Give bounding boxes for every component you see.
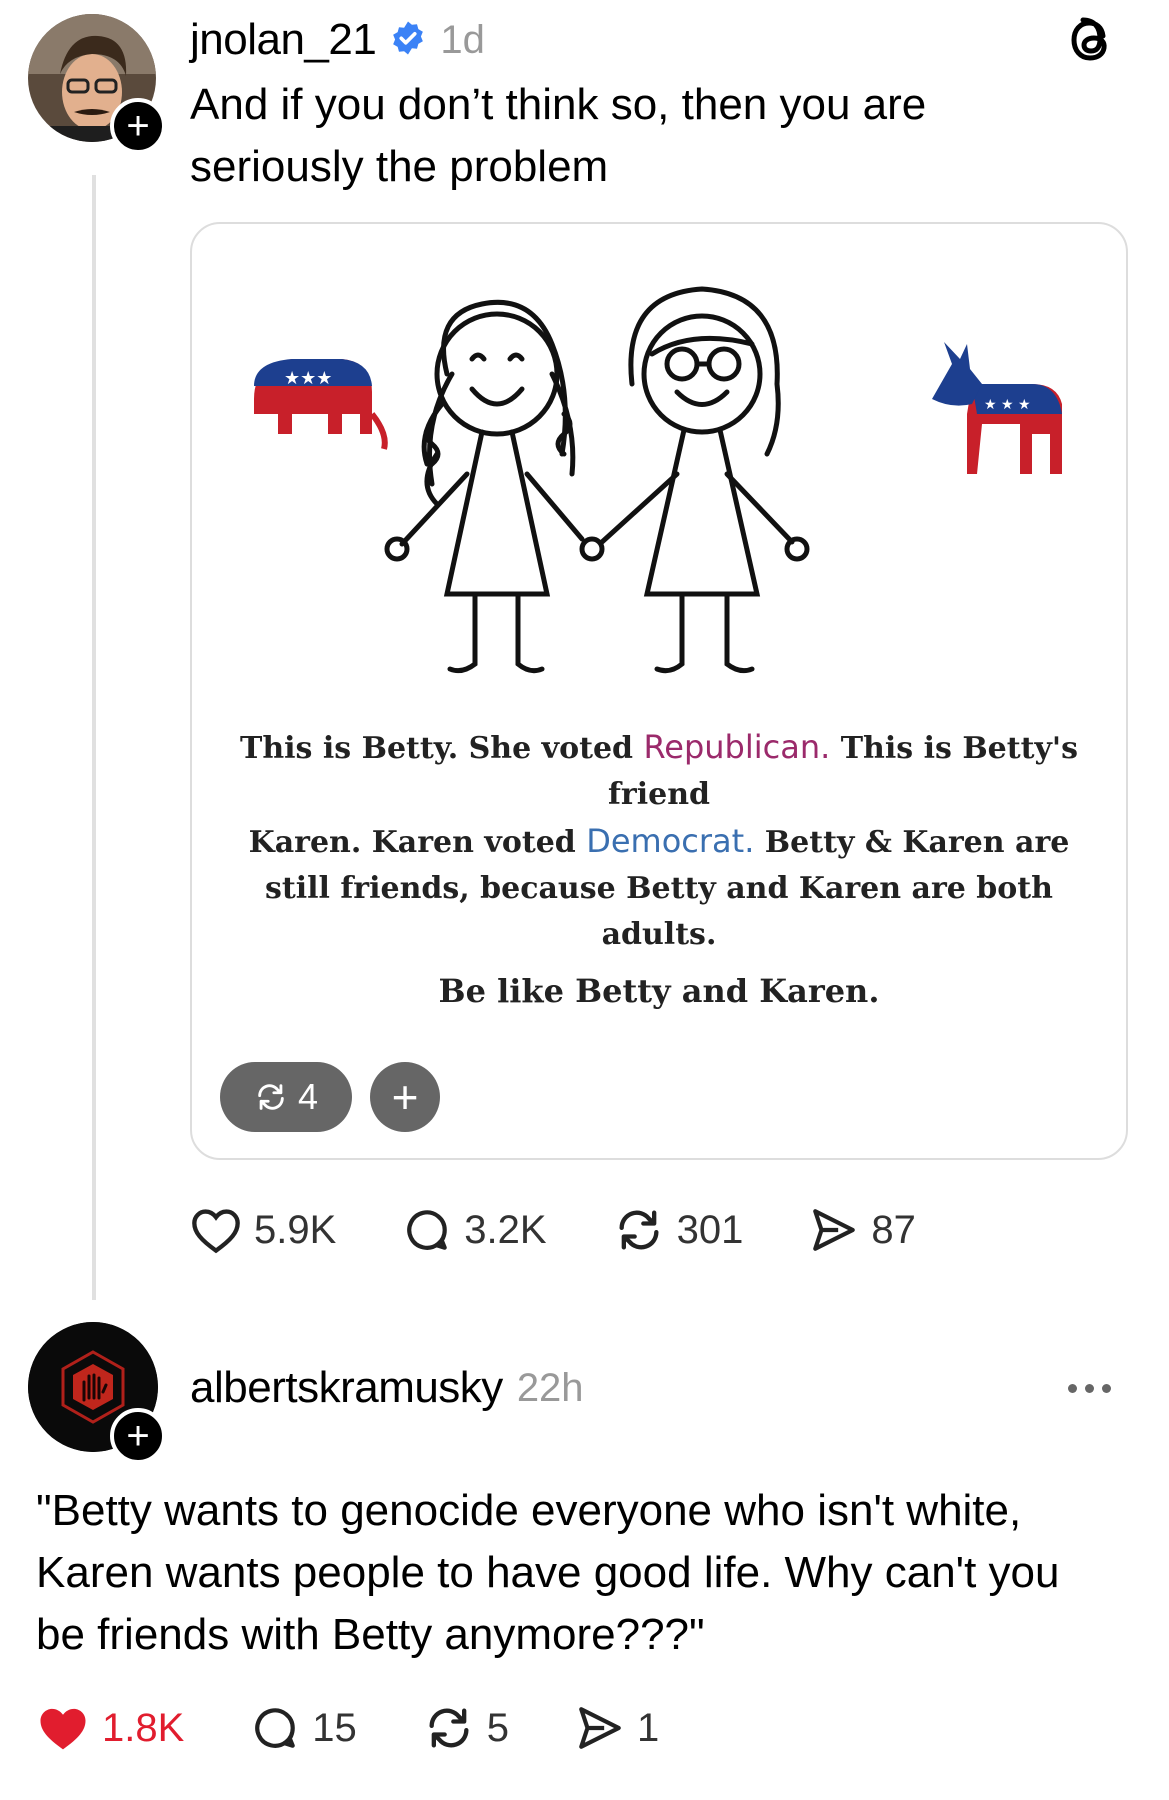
caption-line: adults.	[601, 917, 717, 952]
image-repost-count: 4	[297, 1076, 319, 1117]
verified-badge-icon	[390, 20, 426, 61]
image-add-button[interactable]: +	[370, 1062, 440, 1132]
reply-text-line: Karen wants people to have good life. Wh…	[36, 1548, 1060, 1597]
meme-caption: This is Betty. She voted Republican. Thi…	[192, 724, 1126, 1014]
heart-filled-icon	[40, 1708, 86, 1750]
follow-plus-icon[interactable]: +	[110, 1408, 166, 1464]
send-icon	[813, 1209, 856, 1251]
repost-count: 301	[676, 1207, 744, 1252]
reply-share-count: 1	[637, 1705, 660, 1750]
reply-actions: 1.8K 15 5 1	[36, 1700, 659, 1756]
share-button[interactable]: 87	[809, 1202, 916, 1258]
repost-icon	[258, 1084, 284, 1110]
caption-republican: Republican.	[643, 728, 831, 766]
like-button[interactable]: 5.9K	[190, 1202, 336, 1258]
reply-reply-button[interactable]: 15	[250, 1700, 357, 1756]
thread-line	[92, 175, 96, 1300]
reply-time: 22h	[516, 1365, 584, 1410]
reply-count: 3.2K	[464, 1207, 547, 1252]
comment-icon	[407, 1210, 448, 1250]
svg-text:★ ★ ★: ★ ★ ★	[984, 397, 1031, 413]
karen-figure	[579, 286, 810, 674]
reply-reply-count: 15	[312, 1705, 357, 1750]
caption-line: still friends, because Betty and Karen a…	[265, 871, 1053, 906]
republican-elephant-icon: ★★★	[254, 359, 388, 450]
reply-button[interactable]: 3.2K	[402, 1202, 547, 1258]
reply-username[interactable]: albertskramusky	[190, 1363, 503, 1413]
caption-line: Be like Betty and Karen.	[438, 972, 880, 1010]
send-icon	[579, 1707, 621, 1749]
heart-icon	[192, 1209, 240, 1254]
post-time: 1d	[440, 17, 485, 62]
caption-line: This is Betty. She voted Republican. Thi…	[240, 728, 1078, 812]
repost-button[interactable]: 301	[613, 1202, 744, 1258]
democrat-donkey-icon: ★ ★ ★	[932, 342, 1062, 474]
repost-icon	[619, 1210, 659, 1250]
post-username[interactable]: jnolan_21	[190, 15, 377, 65]
reply-header: albertskramusky 22h	[190, 1358, 584, 1418]
post-image-card[interactable]: ★★★ ★ ★ ★ This is Betty. She voted Repub…	[190, 222, 1128, 1160]
reply-repost-button[interactable]: 5	[423, 1700, 509, 1756]
follow-plus-icon[interactable]: +	[110, 98, 166, 154]
like-count: 5.9K	[254, 1207, 337, 1252]
reply-share-button[interactable]: 1	[575, 1700, 659, 1756]
reply-text: "Betty wants to genocide everyone who is…	[36, 1480, 1156, 1666]
post-text-line: And if you don’t think so, then you are	[190, 80, 927, 129]
caption-line: Karen. Karen voted Democrat. Betty & Kar…	[248, 822, 1070, 860]
betty-figure	[384, 299, 585, 674]
comment-icon	[255, 1708, 296, 1748]
share-count: 87	[871, 1207, 916, 1252]
post-header: jnolan_21 1d	[190, 10, 485, 70]
post-text: And if you don’t think so, then you are …	[190, 74, 1090, 198]
repost-icon	[429, 1708, 469, 1748]
reply-like-button[interactable]: 1.8K	[36, 1700, 184, 1756]
reply-repost-count: 5	[486, 1705, 510, 1750]
svg-text:★★★: ★★★	[284, 368, 332, 389]
reply-text-line: "Betty wants to genocide everyone who is…	[36, 1486, 1022, 1535]
post-text-line: seriously the problem	[190, 142, 609, 191]
caption-democrat: Democrat.	[586, 822, 755, 860]
threads-logo-icon[interactable]	[1065, 12, 1117, 73]
reply-like-count: 1.8K	[102, 1705, 185, 1750]
image-repost-count-pill[interactable]: 4	[220, 1062, 352, 1132]
reply-text-line: be friends with Betty anymore???"	[36, 1610, 705, 1659]
more-options-icon[interactable]	[1068, 1370, 1111, 1406]
post-actions: 5.9K 3.2K 301 87	[190, 1202, 916, 1258]
